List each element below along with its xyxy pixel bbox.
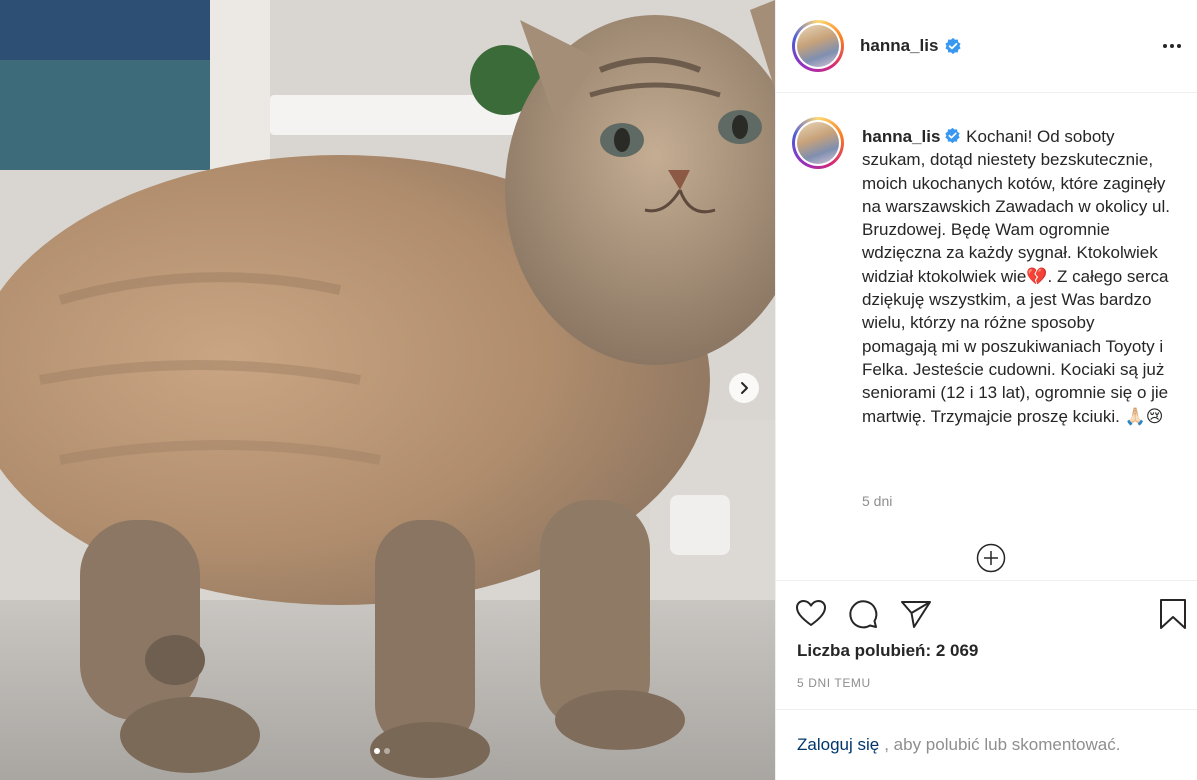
chevron-right-icon: [741, 382, 748, 394]
caption-username-link[interactable]: hanna_lis: [862, 127, 940, 146]
more-options-button[interactable]: [1160, 36, 1184, 56]
post-timestamp: 5 DNI TEMU: [797, 676, 871, 690]
verified-badge-icon: [945, 37, 961, 55]
post-side-panel: hanna_lis hanna_lis Kochani! Od soboty s…: [775, 0, 1197, 780]
username-link[interactable]: hanna_lis: [860, 36, 938, 56]
caption-time: 5 dni: [862, 493, 893, 509]
avatar[interactable]: [792, 20, 844, 72]
post-actions: [776, 593, 1197, 633]
more-options-icon: [1163, 44, 1167, 48]
login-prompt-text: , aby polubić lub skomentować.: [884, 735, 1121, 754]
caption-body: Kochani! Od soboty szukam, dotąd niestet…: [862, 127, 1171, 426]
plus-circle-icon[interactable]: [976, 543, 1006, 573]
carousel-dot-active: [374, 748, 380, 754]
caption-text: hanna_lis Kochani! Od soboty szukam, dot…: [862, 125, 1172, 428]
paper-plane-icon[interactable]: [899, 597, 933, 631]
post-photo[interactable]: [0, 0, 775, 780]
avatar-image: [797, 25, 839, 67]
cat-photo: [0, 0, 775, 780]
login-prompt: Zaloguj się , aby polubić lub skomentować…: [776, 709, 1197, 780]
carousel-next-button[interactable]: [729, 373, 759, 403]
caption-section: hanna_lis Kochani! Od soboty szukam, dot…: [776, 93, 1197, 581]
carousel-indicator: [374, 748, 390, 754]
comment-icon[interactable]: [846, 597, 880, 631]
avatar-image: [797, 122, 839, 164]
verified-badge-icon: [945, 127, 961, 144]
post-header: hanna_lis: [776, 0, 1197, 93]
carousel-dot: [384, 748, 390, 754]
login-link[interactable]: Zaloguj się: [797, 735, 879, 755]
heart-icon[interactable]: [794, 597, 828, 631]
bookmark-icon[interactable]: [1156, 597, 1190, 631]
caption-avatar[interactable]: [792, 117, 844, 169]
likes-count[interactable]: Liczba polubień: 2 069: [797, 641, 978, 661]
